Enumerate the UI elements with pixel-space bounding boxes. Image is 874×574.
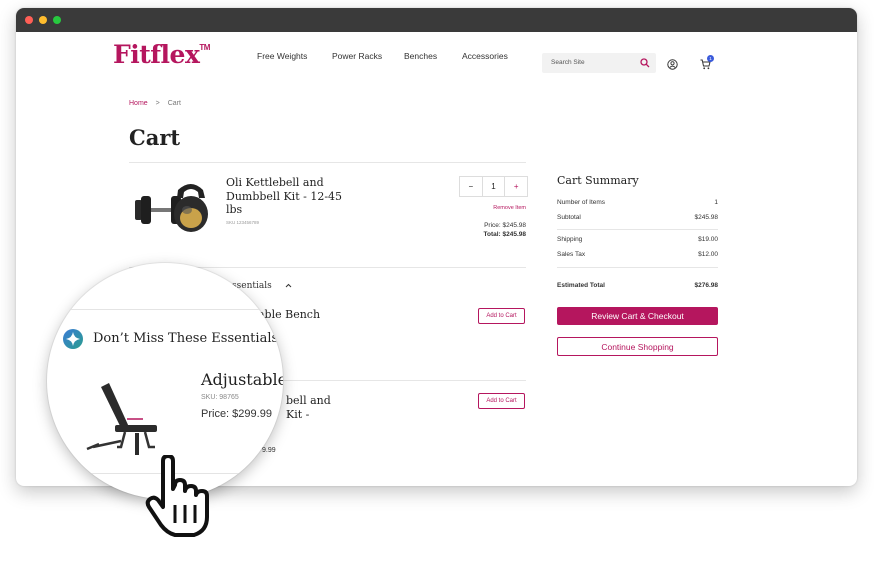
nav-benches[interactable]: Benches (404, 51, 437, 61)
breadcrumb-home[interactable]: Home (129, 100, 148, 107)
cart-item-title[interactable]: Oli Kettlebell and Dumbbell Kit - 12-45 … (226, 176, 346, 217)
adjustable-bench-image (86, 383, 157, 455)
cart-item-price: Price: $245.98 Total: $245.98 (446, 221, 526, 239)
minimize-window-button[interactable] (39, 16, 47, 24)
hand-pointer-icon (145, 455, 209, 537)
essential-item-2-price-partial: 9.99 (262, 447, 276, 454)
item-total: Total: $245.98 (483, 231, 526, 238)
summary-row-estimated-total: Estimated Total $276.98 (557, 282, 718, 289)
quantity-increase-button[interactable]: + (504, 177, 527, 196)
review-checkout-button[interactable]: Review Cart & Checkout (557, 307, 718, 325)
page-title: Cart (129, 125, 181, 150)
divider (47, 309, 283, 310)
summary-row-tax: Sales Tax $12.00 (557, 251, 718, 258)
item-price: Price: $245.98 (484, 222, 526, 229)
brand-logo[interactable]: FitflexTM (113, 40, 210, 69)
search-icon[interactable] (640, 58, 650, 68)
user-icon[interactable] (667, 59, 678, 70)
chevron-up-icon[interactable] (285, 283, 292, 288)
remove-item-link[interactable]: Remove Item (466, 205, 526, 211)
adjustable-bench-title[interactable]: Adjustable Bench (201, 370, 283, 389)
close-window-button[interactable] (25, 16, 33, 24)
divider (557, 267, 718, 268)
search-input[interactable]: Search Site (542, 53, 656, 73)
nav-accessories[interactable]: Accessories (462, 51, 508, 61)
add-to-cart-button[interactable]: Add to Cart (478, 308, 525, 324)
divider (557, 229, 718, 230)
quantity-stepper: − 1 + (459, 176, 528, 197)
essentials-heading-partial: ssentials (232, 281, 292, 291)
add-to-cart-button-2[interactable]: Add to Cart (478, 393, 525, 409)
breadcrumb-current: Cart (167, 100, 181, 107)
cart-summary-title: Cart Summary (557, 174, 639, 187)
cart-button[interactable]: 1 (700, 55, 718, 72)
summary-row-items: Number of Items 1 (557, 199, 718, 206)
divider (129, 162, 526, 163)
summary-row-shipping: Shipping $19.00 (557, 236, 718, 243)
quantity-decrease-button[interactable]: − (460, 177, 483, 196)
nav-power-racks[interactable]: Power Racks (332, 51, 382, 61)
nav-free-weights[interactable]: Free Weights (257, 51, 307, 61)
essential-item-2-title-partial[interactable]: bell and Kit - (286, 394, 331, 421)
adjustable-bench-price: Price: $299.99 (201, 408, 272, 420)
quantity-value[interactable]: 1 (483, 177, 505, 196)
breadcrumb-separator: > (155, 100, 160, 107)
adjustable-bench-sku: SKU: 98765 (201, 394, 239, 401)
essentials-heading: Don’t Miss These Essentials (93, 331, 279, 346)
kettlebell-dumbbell-image (135, 184, 208, 232)
cart-item-sku: SKU 123456789 (226, 220, 260, 225)
maximize-window-button[interactable] (53, 16, 61, 24)
breadcrumb: Home > Cart (129, 100, 181, 107)
title-bar (16, 8, 857, 32)
search-placeholder: Search Site (551, 59, 585, 66)
continue-shopping-button[interactable]: Continue Shopping (557, 337, 718, 356)
cart-count-badge: 1 (707, 55, 714, 62)
sparkle-icon (63, 329, 83, 349)
summary-row-subtotal: Subtotal $245.98 (557, 214, 718, 221)
